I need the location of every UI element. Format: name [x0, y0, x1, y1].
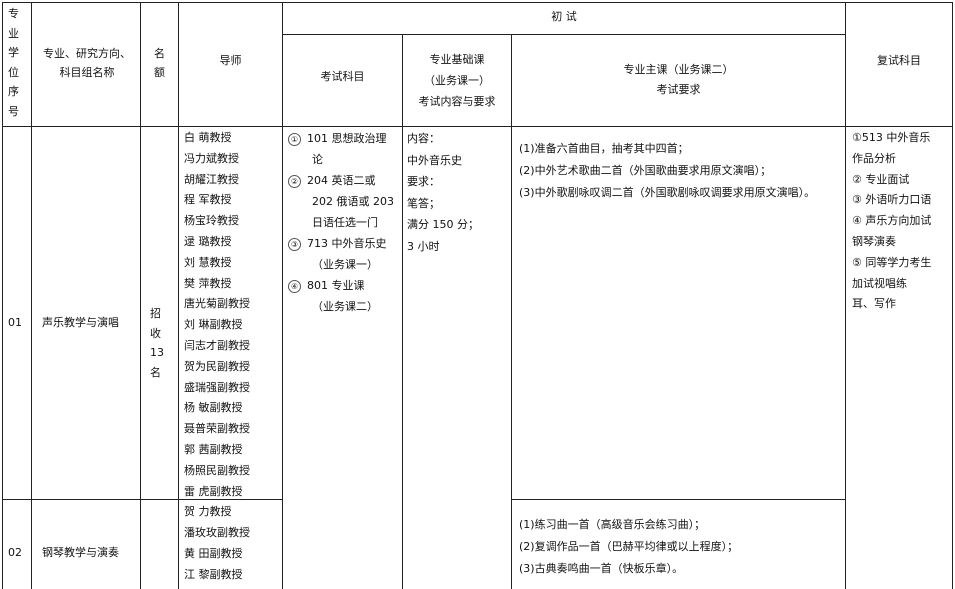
- advisor-item: 贺 力教授: [184, 505, 232, 519]
- advisor-item: 逯 璐教授: [184, 234, 232, 248]
- basic-content: 内容： 中外音乐史 要求： 笔答； 满分 150 分； 3 小时: [407, 132, 479, 253]
- header-major: 专业、研究方向、 科目组名称: [43, 47, 131, 79]
- subject-marker: ③: [288, 237, 301, 251]
- rule-v3: [178, 2, 179, 589]
- header-advisor: 导师: [219, 54, 242, 67]
- rule-v2: [140, 2, 141, 589]
- advisor-item: 盛瑞强副教授: [184, 380, 250, 394]
- subject-item: ① 101 思想政治理: [288, 128, 394, 149]
- advisor-item: 刘 慧教授: [184, 255, 232, 269]
- header-main: 专业主课（业务课二） 考试要求: [623, 63, 734, 96]
- rule-header-bottom: [2, 126, 952, 127]
- advisor-item: 贺为民副教授: [184, 359, 250, 373]
- advisor-item: 樊 萍教授: [184, 276, 232, 290]
- rule-v8: [952, 2, 953, 589]
- subject-marker: ④: [288, 279, 301, 293]
- advisor-item: 程 军教授: [184, 193, 232, 207]
- rule-v1: [31, 2, 32, 589]
- header-initial: 初 试: [551, 10, 577, 23]
- advisor-list: 白 萌教授 冯力斌教授 胡耀江教授 程 军教授 杨宝玲教授 逯 璐教授 刘 慧教…: [184, 128, 250, 586]
- subject-item: ② 204 英语二或: [288, 170, 394, 191]
- rule-row-split-main: [511, 499, 845, 500]
- quota-text: 招 收 13 名: [150, 307, 164, 379]
- rule-initial-sub: [282, 34, 845, 35]
- advisor-item: 杨照民副教授: [184, 463, 250, 477]
- advisor-item: 杨宝玲教授: [184, 214, 239, 228]
- advisor-item: 聂普荣副教授: [184, 422, 250, 436]
- advisor-item: 胡耀江教授: [184, 172, 239, 186]
- rule-v4: [282, 2, 283, 589]
- advisor-item: 江 黎副教授: [184, 567, 243, 581]
- rule-v7: [845, 2, 846, 589]
- subject-item: ④ 801 专业课: [288, 275, 394, 296]
- header-basic: 专业基础课 （业务课一） 考试内容与要求: [418, 53, 496, 108]
- advisor-item: 唐光菊副教授: [184, 297, 250, 311]
- advisor-item: 冯力斌教授: [184, 151, 239, 165]
- advisor-item: 潘玫玫副教授: [184, 526, 250, 540]
- advisor-item: 闫志才副教授: [184, 338, 250, 352]
- row-code-01: 01: [8, 316, 22, 329]
- row-name-01: 声乐教学与演唱: [42, 316, 119, 329]
- rule-top: [2, 2, 952, 3]
- row-name-02: 钢琴教学与演奏: [42, 546, 119, 559]
- rule-v5: [402, 34, 403, 589]
- row-code-02: 02: [8, 546, 22, 559]
- subject-list: ① 101 思想政治理 论 ② 204 英语二或 202 俄语或 203 日语任选一…: [288, 128, 394, 317]
- header-retest: 复试科目: [877, 54, 921, 67]
- advisor-item: 杨 敏副教授: [184, 401, 243, 415]
- header-seq: 专 业 学 位 序 号: [8, 7, 19, 118]
- retest-list: ①513 中外音乐 作品分析 ② 专业面试 ③ 外语听力口语 ④ 声乐方向加试 …: [852, 131, 932, 311]
- main-requirements-02: (1)练习曲一首（高级音乐会练习曲）； (2)复调作品一首（巴赫平均律或以上程度…: [519, 518, 739, 575]
- subject-item: ③ 713 中外音乐史: [288, 233, 394, 254]
- advisor-item: 刘 琳副教授: [184, 318, 243, 332]
- main-requirements-01: (1)准备六首曲目，抽考其中四首； (2)中外艺术歌曲二首（外国歌曲要求用原文演…: [519, 142, 816, 199]
- header-subjects: 考试科目: [320, 70, 365, 83]
- subject-marker: ①: [288, 132, 301, 146]
- advisor-item: 黄 田副教授: [184, 546, 243, 560]
- rule-v0: [2, 2, 3, 589]
- subject-marker: ②: [288, 174, 301, 188]
- advisor-item: 郭 茜副教授: [184, 442, 243, 456]
- advisor-item: 白 萌教授: [184, 131, 232, 144]
- advisor-item: 雷 虎副教授: [184, 484, 243, 498]
- rule-v6: [511, 34, 512, 589]
- header-quota: 名 额: [154, 47, 165, 79]
